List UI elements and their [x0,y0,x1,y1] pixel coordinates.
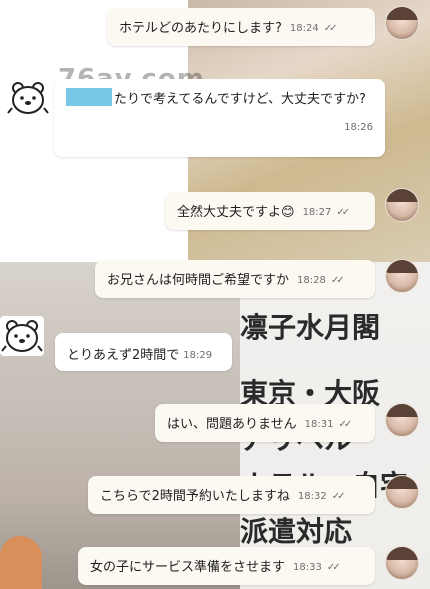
message-meta: 18:31 ✓✓ [304,416,353,434]
read-receipt-icon: ✓✓ [336,207,350,218]
toy-bear-decoration [0,536,42,589]
message-text: 女の子にサービス準備をさせます [90,560,286,575]
message-bubble-outgoing[interactable]: 女の子にサービス準備をさせます 18:33 ✓✓ [78,547,375,585]
polar-bear-icon[interactable] [6,78,50,118]
message-text: こちらで2時間予約いたしますね [100,489,290,504]
message-text: はい、問題ありません [167,417,297,432]
message-bubble-outgoing[interactable]: ホテルどのあたりにします? 18:24 ✓✓ [107,8,375,46]
message-meta: 18:32 ✓✓ [297,488,346,506]
user-avatar[interactable] [385,188,419,222]
message-text: お兄さんは何時間ご希望ですか [107,273,290,288]
message-bubble-outgoing[interactable]: 全然大丈夫ですよ😊 18:27 ✓✓ [165,192,375,230]
message-bubble-outgoing[interactable]: お兄さんは何時間ご希望ですか 18:28 ✓✓ [95,260,375,298]
message-bubble-incoming[interactable]: とりあえず2時間で 18:29 [55,333,232,371]
read-receipt-icon: ✓✓ [323,23,338,34]
message-meta: 18:24 ✓✓ [289,20,338,38]
redaction-block [66,88,112,106]
user-avatar[interactable] [385,259,419,293]
message-time: 18:26 [344,122,373,133]
user-avatar[interactable] [385,403,419,437]
message-bubble-outgoing[interactable]: こちらで2時間予約いたしますね 18:32 ✓✓ [88,476,375,514]
message-text: とりあえず2時間で [67,348,180,363]
read-receipt-icon: ✓✓ [326,562,341,573]
message-time: 18:29 [183,350,213,361]
message-text-content: たりで考えてるんですけど、大丈夫ですか? [114,92,366,107]
message-time: 18:32 [297,491,327,502]
message-text: たりで考えてるんですけど、大丈夫ですか? [66,88,373,109]
message-text: 全然大丈夫ですよ😊 [177,205,295,220]
user-avatar[interactable] [385,6,419,40]
message-text: ホテルどのあたりにします? [119,21,282,36]
message-time: 18:27 [302,207,332,218]
message-meta: 18:29 [183,347,212,365]
message-bubble-outgoing[interactable]: はい、問題ありません 18:31 ✓✓ [155,404,375,442]
message-meta: 18:26 [66,119,373,137]
polar-bear-icon[interactable] [0,316,44,356]
read-receipt-icon: ✓✓ [330,275,345,286]
message-meta: 18:33 ✓✓ [293,559,341,577]
overlay-line: 凛子水月閣 [240,311,381,344]
message-time: 18:33 [293,562,322,573]
user-avatar[interactable] [385,475,419,509]
message-meta: 18:28 ✓✓ [297,272,345,290]
read-receipt-icon: ✓✓ [338,419,352,430]
read-receipt-icon: ✓✓ [331,491,346,502]
message-meta: 18:27 ✓✓ [302,204,351,222]
message-time: 18:24 [289,23,319,34]
message-time: 18:31 [304,419,334,430]
message-bubble-incoming[interactable]: たりで考えてるんですけど、大丈夫ですか? 18:26 [54,79,385,157]
user-avatar[interactable] [385,546,419,580]
message-time: 18:28 [297,275,326,286]
